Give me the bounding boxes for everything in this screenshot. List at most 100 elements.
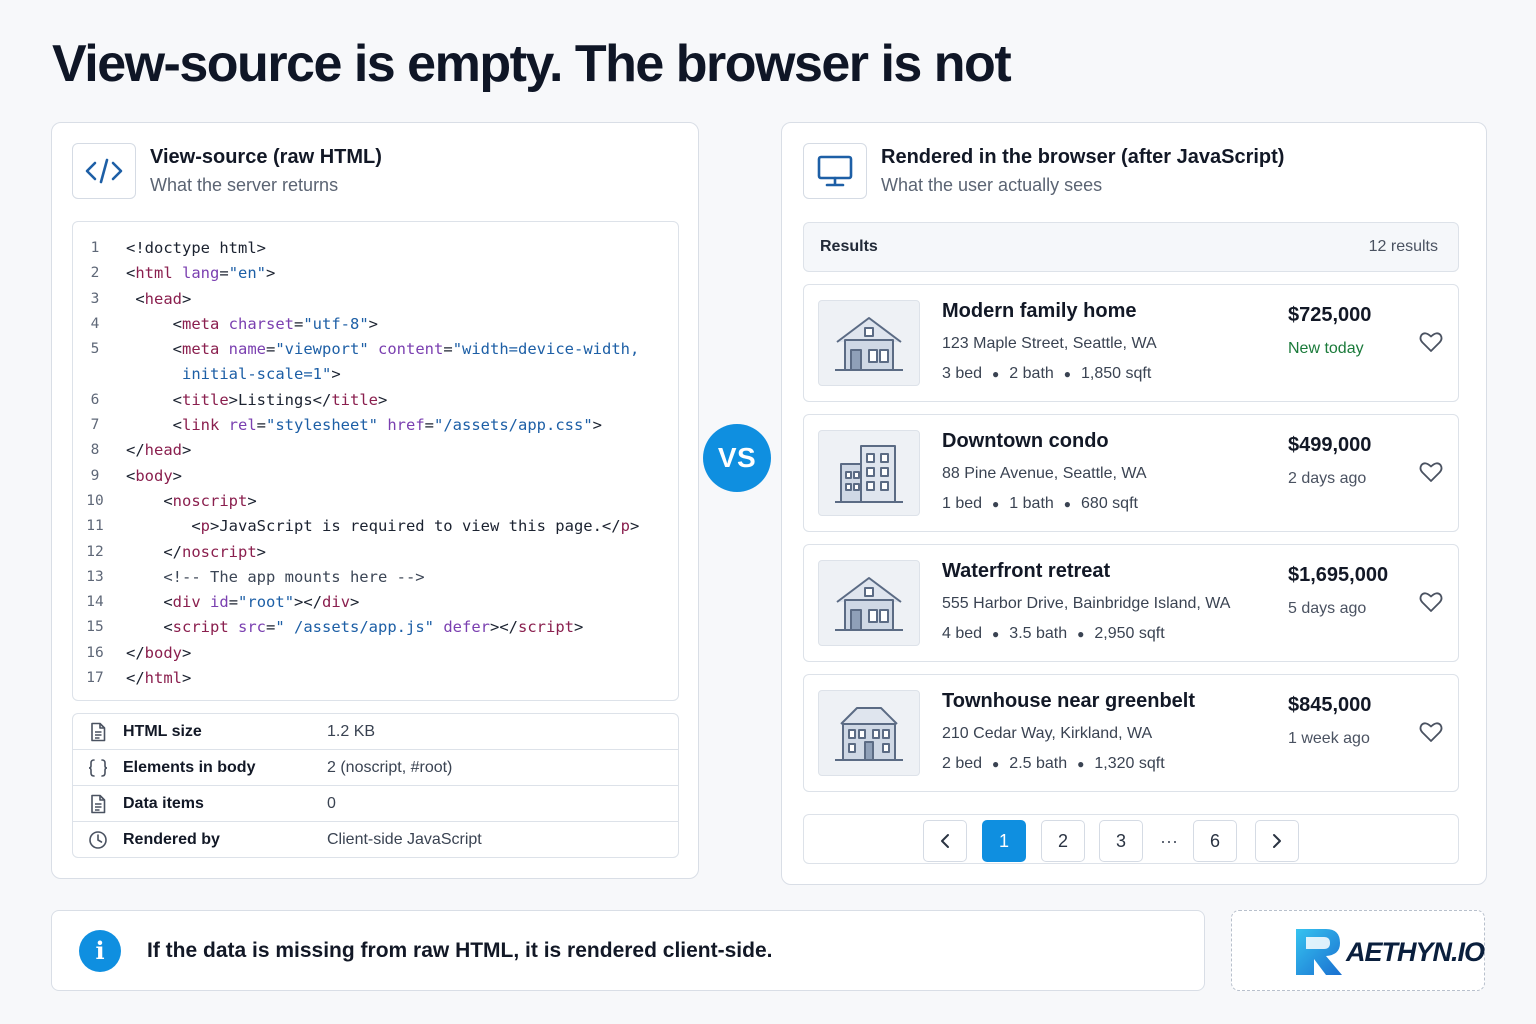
separator-dot: ● bbox=[992, 497, 1000, 511]
listing-beds: 1 bed bbox=[942, 495, 983, 512]
stats-value: 2 (noscript, #root) bbox=[327, 758, 453, 776]
listing-details: 3 bed ● 2 bath ● 1,850 sqft bbox=[942, 365, 1151, 383]
listing-card[interactable]: Waterfront retreat 555 Harbor Drive, Bain… bbox=[803, 544, 1459, 662]
code-line: 2 <html lang="en"> bbox=[73, 261, 678, 286]
listing-baths: 3.5 bath bbox=[1009, 625, 1068, 642]
code-line: 12 </noscript> bbox=[73, 540, 678, 565]
code-line: 5 <meta name="viewport" content="width=d… bbox=[73, 337, 678, 362]
page-1-button[interactable]: 1 bbox=[982, 820, 1026, 862]
line-number: 14 bbox=[86, 594, 104, 611]
view-source-title: View-source (raw HTML) bbox=[150, 146, 382, 168]
stats-value: Client-side JavaScript bbox=[327, 831, 482, 848]
line-number: 6 bbox=[90, 391, 100, 408]
listing-title[interactable]: Modern family home bbox=[942, 300, 1136, 323]
favorite-heart-icon[interactable] bbox=[1418, 459, 1444, 485]
prev-page-button[interactable] bbox=[923, 820, 967, 862]
house-icon bbox=[818, 300, 920, 386]
listing-sqft: 1,850 sqft bbox=[1081, 365, 1152, 382]
results-count: 12 results bbox=[1368, 238, 1438, 255]
listing-details: 1 bed ● 1 bath ● 680 sqft bbox=[942, 495, 1138, 513]
view-source-subtitle: What the server returns bbox=[150, 175, 339, 195]
raw-html-code: 1 <!doctype html> 2 <html lang="en"> 3 <head… bbox=[72, 221, 679, 701]
listing-posted: 2 days ago bbox=[1288, 470, 1367, 487]
results-bar: Results 12 results bbox=[803, 222, 1459, 272]
listing-card[interactable]: Downtown condo 88 Pine Avenue, Seattle, W… bbox=[803, 414, 1459, 532]
line-number: 2 bbox=[90, 265, 100, 282]
listing-beds: 4 bed bbox=[942, 625, 983, 642]
vs-badge: VS bbox=[703, 424, 771, 492]
separator-dot: ● bbox=[1063, 367, 1072, 381]
listing-posted: New today bbox=[1288, 340, 1364, 357]
stats-row: HTML size 1.2 KB bbox=[73, 714, 678, 750]
info-note: i If the data is missing from raw HTML, … bbox=[51, 910, 1205, 991]
code-text: <!doctype html> bbox=[126, 239, 266, 257]
code-line: 17 </html> bbox=[73, 666, 678, 691]
listing-sqft: 2,950 sqft bbox=[1094, 625, 1165, 642]
code-line: 6 <title>Listings</title> bbox=[73, 388, 678, 413]
listing-title[interactable]: Townhouse near greenbelt bbox=[942, 690, 1195, 713]
results-label: Results bbox=[820, 238, 878, 255]
listing-title[interactable]: Downtown condo bbox=[942, 430, 1109, 453]
code-line: 13 <!-- The app mounts here --> bbox=[73, 565, 678, 590]
page-2-button[interactable]: 2 bbox=[1041, 820, 1085, 862]
code-text: <div id="root"></div> bbox=[126, 593, 360, 612]
stats-label: Elements in body bbox=[123, 758, 256, 776]
line-number: 7 bbox=[90, 417, 100, 434]
line-number: 17 bbox=[86, 670, 104, 687]
info-icon: i bbox=[79, 929, 121, 972]
line-number: 9 bbox=[90, 467, 100, 484]
separator-dot: ● bbox=[1077, 627, 1085, 641]
line-number: 13 bbox=[86, 568, 104, 585]
listing-details: 2 bed ● 2.5 bath ● 1,320 sqft bbox=[942, 755, 1165, 773]
code-text: <script src=" /assets/app.js" defer></sc… bbox=[126, 618, 584, 637]
house-icon bbox=[818, 560, 920, 646]
view-source-panel: View-source (raw HTML) What the server r… bbox=[51, 122, 699, 879]
aethyn-logo-icon bbox=[1296, 929, 1342, 975]
code-text: <meta charset="utf-8"> bbox=[126, 314, 379, 333]
code-text: <meta name="viewport" content="width=dev… bbox=[126, 340, 640, 359]
file-icon bbox=[73, 794, 123, 814]
code-line: initial-scale=1"> bbox=[73, 362, 678, 387]
townhouse-icon bbox=[818, 690, 920, 776]
favorite-heart-icon[interactable] bbox=[1418, 719, 1444, 745]
code-line: 1 <!doctype html> bbox=[73, 236, 678, 261]
stats-label: Data items bbox=[123, 794, 204, 812]
line-number: 4 bbox=[90, 315, 100, 332]
stats-label: HTML size bbox=[123, 722, 202, 740]
code-text: <html lang="en"> bbox=[126, 264, 276, 283]
stats-label: Rendered by bbox=[123, 831, 220, 848]
line-number: 11 bbox=[86, 518, 104, 535]
line-number: 16 bbox=[86, 644, 104, 661]
page-6-button[interactable]: 6 bbox=[1193, 820, 1237, 862]
html-stats-table: HTML size 1.2 KB Elements in body 2 (noscri… bbox=[72, 713, 679, 858]
logo-box: AETHYN.IO bbox=[1231, 910, 1485, 991]
code-line: 10 <noscript> bbox=[73, 489, 678, 514]
line-number: 8 bbox=[90, 442, 100, 459]
code-text: <head> bbox=[126, 289, 192, 308]
code-line: 8 </head> bbox=[73, 438, 678, 463]
separator-dot: ● bbox=[992, 757, 1000, 771]
listing-address: 210 Cedar Way, Kirkland, WA bbox=[942, 725, 1153, 742]
code-line: 3 <head> bbox=[73, 287, 678, 312]
stats-row: Data items 0 bbox=[73, 786, 678, 822]
stats-row: Elements in body 2 (noscript, #root) bbox=[73, 750, 678, 786]
listing-baths: 2 bath bbox=[1009, 365, 1054, 382]
page-3-button[interactable]: 3 bbox=[1099, 820, 1143, 862]
pagination-ellipsis: ··· bbox=[1160, 830, 1178, 851]
listing-card[interactable]: Townhouse near greenbelt 210 Cedar Way, K… bbox=[803, 674, 1459, 792]
listing-address: 88 Pine Avenue, Seattle, WA bbox=[942, 465, 1147, 482]
code-text: <body> bbox=[126, 466, 183, 485]
line-number: 12 bbox=[86, 543, 104, 560]
listing-title[interactable]: Waterfront retreat bbox=[942, 560, 1110, 583]
next-page-button[interactable] bbox=[1255, 820, 1299, 862]
monitor-icon bbox=[803, 143, 867, 199]
stats-value: 0 bbox=[327, 794, 336, 812]
building-icon bbox=[818, 430, 920, 516]
code-text: </html> bbox=[126, 669, 192, 688]
pagination: 1 2 3 ··· 6 bbox=[803, 814, 1459, 864]
favorite-heart-icon[interactable] bbox=[1418, 589, 1444, 615]
code-line: 4 <meta charset="utf-8"> bbox=[73, 312, 678, 337]
listing-card[interactable]: Modern family home 123 Maple Street, Seat… bbox=[803, 284, 1459, 402]
listing-posted: 1 week ago bbox=[1288, 730, 1370, 747]
favorite-heart-icon[interactable] bbox=[1418, 329, 1444, 355]
